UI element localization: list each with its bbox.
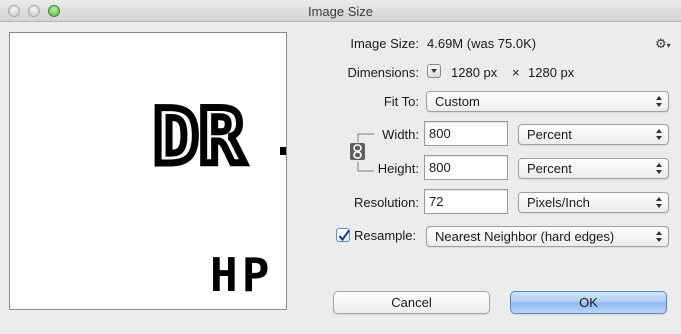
checkmark-icon [338, 229, 350, 242]
resample-method-select[interactable]: Nearest Neighbor (hard edges) [426, 226, 669, 247]
dimensions-times: × [512, 65, 520, 80]
link-icon[interactable] [350, 143, 365, 160]
dimensions-disclosure-button[interactable] [427, 64, 441, 78]
image-preview: DR HP [9, 32, 287, 310]
title-bar: Image Size [0, 0, 681, 22]
height-label: Height: [377, 161, 419, 176]
gear-icon[interactable]: ⚙▾ [655, 36, 671, 52]
dimensions-width-value: 1280 px [451, 65, 498, 80]
cancel-button[interactable]: Cancel [333, 291, 490, 314]
height-unit-select[interactable]: Percent [518, 158, 669, 179]
height-field[interactable]: 800 [424, 155, 508, 180]
preview-image: DR HP [150, 89, 286, 302]
dimensions-height-value: 1280 px [528, 65, 575, 80]
resolution-unit-value: Pixels/Inch [527, 195, 590, 210]
fit-to-select[interactable]: Custom [426, 91, 669, 112]
window-title: Image Size [307, 4, 374, 19]
resample-label: Resample: [354, 228, 417, 243]
height-unit-value: Percent [527, 161, 572, 176]
resample-checkbox[interactable] [336, 228, 350, 242]
resolution-label: Resolution: [353, 195, 419, 210]
image-size-value: 4.69M (was 75.0K) [427, 36, 537, 51]
resample-method-value: Nearest Neighbor (hard edges) [435, 229, 615, 244]
preview-big-text: DR [153, 92, 245, 181]
updown-arrows-icon [656, 231, 662, 242]
preview-small-text: HP [210, 248, 273, 302]
fit-to-label: Fit To: [383, 94, 419, 109]
image-size-label: Image Size: [350, 36, 419, 51]
triangle-down-icon [431, 69, 437, 73]
dimensions-label: Dimensions: [347, 65, 419, 80]
updown-arrows-icon [656, 197, 662, 208]
width-field[interactable]: 800 [424, 121, 508, 146]
resolution-unit-select[interactable]: Pixels/Inch [518, 192, 669, 213]
ok-button[interactable]: OK [510, 291, 667, 314]
width-unit-value: Percent [527, 127, 572, 142]
width-unit-select[interactable]: Percent [518, 124, 669, 145]
resolution-field[interactable]: 72 [424, 189, 508, 214]
fit-to-value: Custom [435, 94, 480, 109]
updown-arrows-icon [656, 129, 662, 140]
updown-arrows-icon [656, 96, 662, 107]
updown-arrows-icon [656, 163, 662, 174]
